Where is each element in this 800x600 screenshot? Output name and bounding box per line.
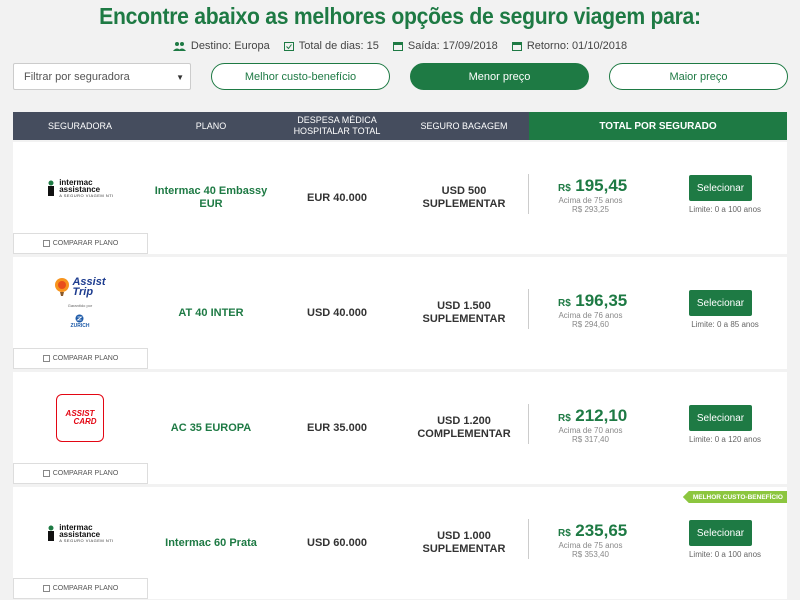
plan-row: intermac assistance A SEGURO VIAGEM NTI … [13,142,787,254]
plan-name: Intermac 60 Prata [165,536,257,549]
assist-card-logo: ASSIST CARD [56,394,104,442]
th-insurer: SEGURADORA [47,120,112,131]
age-limit: Limite: 0 a 85 anos [691,320,759,329]
filter-label: Filtrar por seguradora [24,70,130,83]
price-block: R$ 212,10 Acima de 70 anos R$ 317,40 [558,406,628,444]
plan-name: AT 40 INTER [178,306,244,319]
th-plan: PLANO [195,120,227,131]
th-baggage: SEGURO BAGAGEM [420,120,508,131]
age-limit: Limite: 0 a 120 anos [688,435,762,444]
divider [528,404,529,444]
medical-coverage: EUR 40.000 [307,192,367,204]
intermac-person-icon [48,180,55,196]
plan-name: AC 35 EUROPA [170,421,252,434]
checkbox-icon [42,585,50,592]
age-limit: Limite: 0 a 100 anos [688,550,762,559]
plan-row: Assist Trip Garantido por ZURICH COMPARA… [13,257,787,369]
insurer-logo: intermac assistance A SEGURO VIAGEM NTI [13,487,147,579]
calendar-icon [511,42,522,51]
age-price: R$ 353,40 [572,550,609,559]
destination-text: Destino: Europa [190,40,270,52]
divider [528,289,529,329]
users-icon [172,42,186,51]
price-value: 195,45 [575,176,628,195]
sort-lowest-price-button[interactable]: Menor preço [410,63,589,90]
insurer-logo: Assist Trip Garantido por ZURICH [13,257,147,349]
baggage-coverage: USD 500 SUPLEMENTAR [422,185,506,210]
departure-text: Saída: 17/09/2018 [407,40,498,52]
medical-coverage: USD 40.000 [307,307,367,319]
intermac-logo: intermac assistance A SEGURO VIAGEM NTI [46,523,114,543]
sort-highest-price-button[interactable]: Maior preço [609,63,788,90]
age-limit: Limite: 0 a 100 anos [688,205,762,214]
baggage-coverage: USD 1.200 COMPLEMENTAR [417,415,511,440]
compare-plan-checkbox[interactable]: COMPARAR PLANO [13,348,148,369]
plan-row: ASSIST CARD COMPARAR PLANO AC 35 EUROPA … [13,372,787,484]
price-value: 212,10 [575,406,628,425]
return-text: Retorno: 01/10/2018 [526,40,628,52]
medical-coverage: EUR 35.000 [307,422,367,434]
insurer-logo: ASSIST CARD [13,372,147,464]
calendar-icon [392,42,403,51]
age-note: Acima de 70 anos [558,426,623,435]
sort-best-value-button[interactable]: Melhor custo-benefício [211,63,390,90]
price-block: R$ 235,65 Acima de 75 anos R$ 353,40 [558,521,628,559]
compare-plan-checkbox[interactable]: COMPARAR PLANO [13,578,148,599]
select-plan-button[interactable]: Selecionar [689,290,752,316]
zurich-icon [75,314,84,323]
intermac-logo: intermac assistance A SEGURO VIAGEM NTI [46,178,114,198]
summary-return: Retorno: 01/10/2018 [511,40,628,52]
caret-down-icon: ▼ [176,73,184,82]
age-note: Acima de 75 anos [558,196,623,205]
price-value: 235,65 [575,521,628,540]
page-title: Encontre abaixo as melhores opções de se… [99,3,701,29]
table-header: SEGURADORA PLANO DESPESA MÉDICA HOSPITAL… [13,112,787,140]
intermac-person-icon [48,525,55,541]
medical-coverage: USD 60.000 [307,537,367,549]
select-plan-button[interactable]: Selecionar [689,175,752,201]
summary-destination: Destino: Europa [172,40,270,52]
divider [528,519,529,559]
summary-departure: Saída: 17/09/2018 [392,40,498,52]
baggage-coverage: USD 1.500 SUPLEMENTAR [422,300,506,325]
select-plan-button[interactable]: Selecionar [689,405,752,431]
trip-summary: Destino: Europa Total de dias: 15 Saída:… [0,40,800,52]
select-plan-button[interactable]: Selecionar [689,520,752,546]
insurer-logo: intermac assistance A SEGURO VIAGEM NTI [13,142,147,234]
th-medical: DESPESA MÉDICA HOSPITALAR TOTAL [293,115,381,136]
days-text: Total de dias: 15 [298,40,379,52]
summary-days: Total de dias: 15 [283,40,379,52]
compare-plan-checkbox[interactable]: COMPARAR PLANO [13,463,148,484]
baggage-coverage: USD 1.000 SUPLEMENTAR [422,530,506,555]
plan-name: Intermac 40 Embassy EUR [154,185,268,210]
plan-row: MELHOR CUSTO-BENEFÍCIO intermac assistan… [13,487,787,599]
checkbox-icon [42,240,50,247]
compare-plan-checkbox[interactable]: COMPARAR PLANO [13,233,148,254]
price-value: 196,35 [575,291,628,310]
age-note: Acima de 75 anos [558,541,623,550]
assist-trip-logo: Assist Trip Garantido por ZURICH [54,277,106,329]
age-price: R$ 293,25 [572,205,609,214]
checkbox-icon [42,470,50,477]
age-price: R$ 294,60 [572,320,609,329]
checkbox-icon [42,355,50,362]
balloon-icon [55,278,70,296]
price-block: R$ 195,45 Acima de 75 anos R$ 293,25 [558,176,628,214]
divider [528,174,529,214]
insurer-filter-select[interactable]: Filtrar por seguradora ▼ [13,63,191,90]
age-price: R$ 317,40 [572,435,609,444]
best-value-badge: MELHOR CUSTO-BENEFÍCIO [682,491,787,503]
calendar-check-icon [283,42,294,51]
th-total: TOTAL POR SEGURADO [529,112,787,140]
age-note: Acima de 76 anos [558,311,623,320]
price-block: R$ 196,35 Acima de 76 anos R$ 294,60 [558,291,628,329]
